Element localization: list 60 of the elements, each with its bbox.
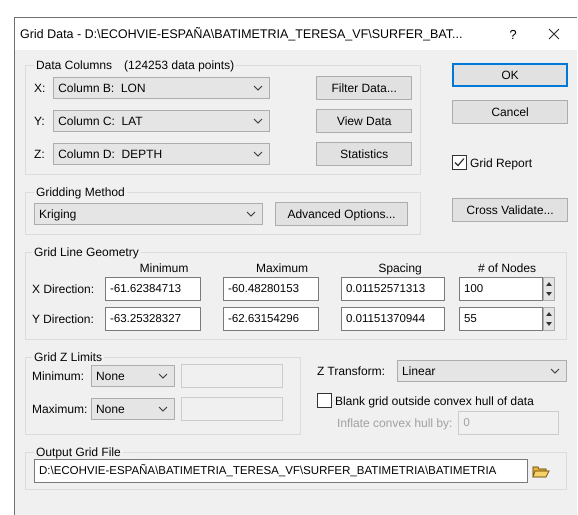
folder-icon[interactable]: [532, 464, 550, 478]
method-dropdown[interactable]: Kriging: [34, 203, 263, 225]
checkbox-label: Blank grid outside convex hull of data: [334, 394, 534, 408]
checkbox[interactable]: [316, 393, 332, 408]
column-dropdown[interactable]: Column C: LAT: [53, 110, 270, 132]
inflate-label: Inflate convex hull by:: [336, 416, 452, 430]
cross-validate-button[interactable]: Cross Validate...: [452, 198, 568, 222]
limit-dropdown[interactable]: None: [91, 398, 175, 420]
limit-label: Maximum:: [32, 402, 85, 416]
number-field[interactable]: 0.01151370944: [341, 307, 445, 331]
direction-label: X Direction:: [32, 282, 96, 296]
number-field[interactable]: 0.01152571313: [341, 277, 445, 301]
default-button[interactable]: OK: [452, 63, 568, 87]
chevron-down-icon: [550, 368, 560, 374]
chevron-down-icon: [253, 151, 264, 157]
data-button[interactable]: Statistics: [316, 142, 412, 166]
group-title: Output Grid File: [36, 445, 121, 459]
window-title: Grid Data - D:\ECOHVIE-ESPAÑA\BATIMETRIA_TERESA_VF\SURFER_BAT...: [20, 27, 464, 41]
nodes-field[interactable]: 100: [459, 277, 543, 301]
data-points-count: (124253 data points): [124, 58, 234, 72]
chevron-down-icon: [253, 85, 264, 91]
z-transform-label: Z Transform:: [316, 364, 385, 378]
limit-dropdown[interactable]: None: [91, 365, 175, 387]
column-dropdown[interactable]: Column B: LON: [53, 77, 270, 99]
advanced-options-button[interactable]: Advanced Options...: [275, 202, 408, 226]
column-header: Spacing: [377, 261, 423, 275]
axis-label: Y:: [34, 114, 46, 128]
limit-label: Minimum:: [32, 369, 85, 383]
column-dropdown[interactable]: Column D: DEPTH: [53, 143, 270, 165]
number-field[interactable]: -63.25328327: [105, 307, 201, 331]
check-icon: [454, 157, 465, 168]
chevron-down-icon: [158, 406, 168, 412]
column-header: Maximum: [254, 261, 309, 275]
number-field[interactable]: -62.63154296: [223, 307, 319, 331]
z-transform-dropdown[interactable]: Linear: [397, 360, 567, 382]
nodes-field[interactable]: 55: [459, 307, 543, 331]
direction-label: Y Direction:: [32, 312, 95, 326]
output-path-field[interactable]: D:\ECOHVIE-ESPAÑA\BATIMETRIA_TERESA_VF\SURFER_BATIMETRIA\BATIMETRIA: [34, 459, 528, 483]
group-title: Gridding Method: [36, 185, 125, 199]
axis-label: Z:: [34, 147, 46, 161]
number-field[interactable]: -60.48280153: [223, 277, 319, 301]
group-title: Data Columns: [36, 58, 112, 72]
chevron-down-icon: [246, 211, 256, 217]
data-button[interactable]: View Data: [316, 109, 412, 133]
axis-label: X:: [34, 81, 46, 95]
data-button[interactable]: Filter Data...: [316, 76, 412, 100]
checkbox-label: Grid Report: [470, 156, 532, 170]
column-header: # of Nodes: [476, 261, 538, 275]
close-icon: [548, 28, 560, 40]
chevron-down-icon: [253, 118, 264, 124]
number-field[interactable]: -61.62384713: [105, 277, 201, 301]
help-button[interactable]: ?: [495, 26, 531, 42]
chevron-down-icon: [158, 373, 168, 379]
group-title: Grid Line Geometry: [34, 245, 139, 259]
spinner[interactable]: [543, 307, 555, 331]
spinner[interactable]: [543, 277, 555, 301]
dialog-button[interactable]: Cancel: [452, 100, 568, 124]
group-title: Grid Z Limits: [34, 350, 102, 364]
checkbox[interactable]: [452, 155, 467, 170]
column-header: Minimum: [138, 261, 190, 275]
